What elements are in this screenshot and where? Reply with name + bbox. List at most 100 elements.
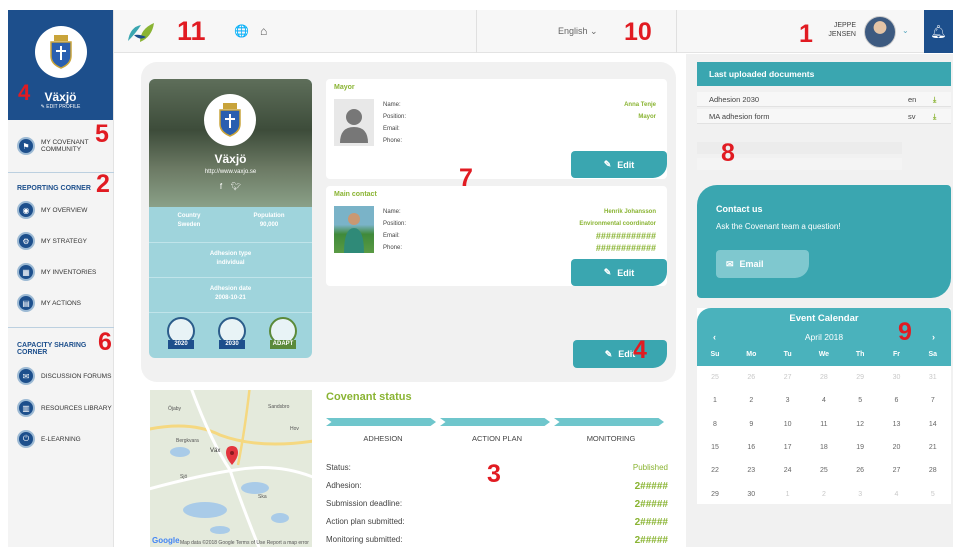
population-field: Population 90,000: [253, 213, 285, 228]
calendar-day[interactable]: 31: [915, 374, 951, 381]
stage-label: ACTION PLAN: [471, 434, 522, 443]
stage-label: MONITORING: [586, 434, 636, 443]
download-icon[interactable]: ⤓: [933, 109, 936, 124]
calendar-day[interactable]: 6: [879, 397, 915, 404]
documents-title: Last uploaded documents: [697, 62, 951, 86]
calendar-day[interactable]: 26: [842, 467, 878, 474]
calendar-day[interactable]: 7: [915, 397, 951, 404]
calendar-day[interactable]: 13: [879, 421, 915, 428]
calendar-day[interactable]: 20: [879, 444, 915, 451]
globe-icon[interactable]: 🌐: [234, 24, 249, 38]
calendar-day[interactable]: 2: [733, 397, 769, 404]
calendar-day[interactable]: 30: [733, 491, 769, 498]
annotation-number: 6: [98, 328, 112, 356]
edit-profile-button[interactable]: ✎ Edit: [573, 340, 667, 368]
calendar-day[interactable]: 15: [697, 444, 733, 451]
home-icon[interactable]: ⌂: [260, 24, 267, 38]
sidebar-item-elearning[interactable]: ⏻ E-LEARNING: [17, 430, 112, 448]
calendar-day[interactable]: 29: [697, 491, 733, 498]
calendar-day[interactable]: 23: [733, 467, 769, 474]
sidebar-item-actions[interactable]: ▤ MY ACTIONS: [17, 294, 112, 312]
calendar-day[interactable]: 5: [915, 491, 951, 498]
stage-arrow-adhesion: [326, 418, 436, 426]
next-month-icon[interactable]: ›: [932, 332, 935, 342]
calendar-day[interactable]: 4: [879, 491, 915, 498]
chevron-down-icon[interactable]: ⌄: [902, 26, 909, 35]
calendar-day[interactable]: 14: [915, 421, 951, 428]
country-field: Country Sweden: [177, 213, 201, 228]
user-avatar[interactable]: [864, 16, 896, 48]
calendar-day[interactable]: 4: [806, 397, 842, 404]
badge-label: 2030: [219, 340, 245, 349]
mayor-contact-card: Mayor Name: Position: Email: Phone: Anna Te…: [326, 79, 667, 179]
calendar-day[interactable]: 16: [733, 444, 769, 451]
edit-main-contact-button[interactable]: ✎ Edit: [571, 259, 667, 286]
calendar-day[interactable]: 19: [842, 444, 878, 451]
calendar-day[interactable]: 3: [770, 397, 806, 404]
edit-icon: ✎: [604, 348, 613, 359]
user-name[interactable]: JEPPE JENSEN: [826, 21, 856, 39]
calendar-day[interactable]: 27: [770, 374, 806, 381]
weekday-label: Fr: [893, 351, 900, 358]
calendar-day[interactable]: 26: [733, 374, 769, 381]
annotation-number: 10: [624, 18, 652, 46]
language-selector[interactable]: English ⌄: [558, 26, 598, 37]
calendar-day[interactable]: 25: [806, 467, 842, 474]
calendar-day[interactable]: 9: [733, 421, 769, 428]
calendar-day[interactable]: 21: [915, 444, 951, 451]
calendar-day[interactable]: 11: [806, 421, 842, 428]
inventories-icon: ▦: [17, 263, 35, 281]
calendar-day[interactable]: 30: [879, 374, 915, 381]
calendar-day[interactable]: 22: [697, 467, 733, 474]
calendar-day[interactable]: 1: [697, 397, 733, 404]
calendar-day[interactable]: 3: [842, 491, 878, 498]
calendar-month: April 2018: [804, 332, 844, 342]
weekday-label: Sa: [928, 351, 938, 358]
calendar-day[interactable]: 5: [842, 397, 878, 404]
city-map[interactable]: Öjaby Sandsbro Bergkvara Väx Sjö Ska Hov…: [150, 390, 312, 547]
edit-mayor-button[interactable]: ✎ Edit: [571, 151, 667, 178]
document-row[interactable]: Adhesion 2030 en ⤓: [697, 92, 951, 107]
badge-label: ADAPT: [270, 340, 296, 349]
map-place-label: Hov: [290, 426, 299, 432]
calendar-day[interactable]: 28: [915, 467, 951, 474]
download-icon[interactable]: ⤓: [933, 92, 936, 107]
annotation-number: 9: [898, 318, 912, 346]
sidebar-item-label: DISCUSSION FORUMS: [41, 372, 112, 380]
contact-us-title: Contact us: [716, 204, 763, 214]
document-row[interactable]: MA adhesion form sv ⤓: [697, 109, 951, 124]
sidebar-item-inventories[interactable]: ▦ MY INVENTORIES: [17, 263, 112, 281]
contact-title: Mayor: [334, 84, 355, 91]
annotation-number: 7: [459, 164, 473, 192]
calendar-day[interactable]: 1: [770, 491, 806, 498]
calendar-day[interactable]: 18: [806, 444, 842, 451]
covenant-status-title: Covenant status: [326, 391, 412, 403]
calendar-day[interactable]: 29: [842, 374, 878, 381]
calendar-day[interactable]: 10: [770, 421, 806, 428]
calendar-day[interactable]: 28: [806, 374, 842, 381]
sidebar-item-forums[interactable]: ✉ DISCUSSION FORUMS: [17, 367, 112, 385]
email-button[interactable]: ✉ Email: [716, 250, 809, 278]
map-place-label: Ska: [258, 494, 267, 500]
calendar-day[interactable]: 8: [697, 421, 733, 428]
sidebar-item-label: MY STRATEGY: [41, 237, 87, 245]
contact-us-panel: Contact us Ask the Covenant team a quest…: [697, 185, 951, 298]
bell-icon[interactable]: 🔔︎: [924, 10, 953, 53]
calendar-day[interactable]: 25: [697, 374, 733, 381]
calendar-day[interactable]: 27: [879, 467, 915, 474]
twitter-icon[interactable]: 🐦︎: [231, 182, 241, 191]
sidebar-item-overview[interactable]: ◉ MY OVERVIEW: [17, 201, 112, 219]
sidebar-item-library[interactable]: ▥ RESOURCES LIBRARY: [17, 399, 112, 417]
overview-icon: ◉: [17, 201, 35, 219]
facebook-icon[interactable]: f: [220, 182, 222, 191]
calendar-header: Event Calendar ‹ April 2018 › Su Mo Tu We Th…: [697, 308, 951, 366]
map-place-label: Öjaby: [168, 405, 182, 412]
map-attribution: Map data ©2018 Google Terms of Use Repor…: [180, 540, 309, 546]
calendar-day[interactable]: 17: [770, 444, 806, 451]
calendar-day[interactable]: 12: [842, 421, 878, 428]
city-website-link[interactable]: http://www.vaxjo.se: [149, 169, 312, 175]
calendar-day[interactable]: 24: [770, 467, 806, 474]
calendar-day[interactable]: 2: [806, 491, 842, 498]
sidebar-item-strategy[interactable]: ⚙ MY STRATEGY: [17, 232, 112, 250]
covenant-logo[interactable]: [126, 21, 156, 43]
